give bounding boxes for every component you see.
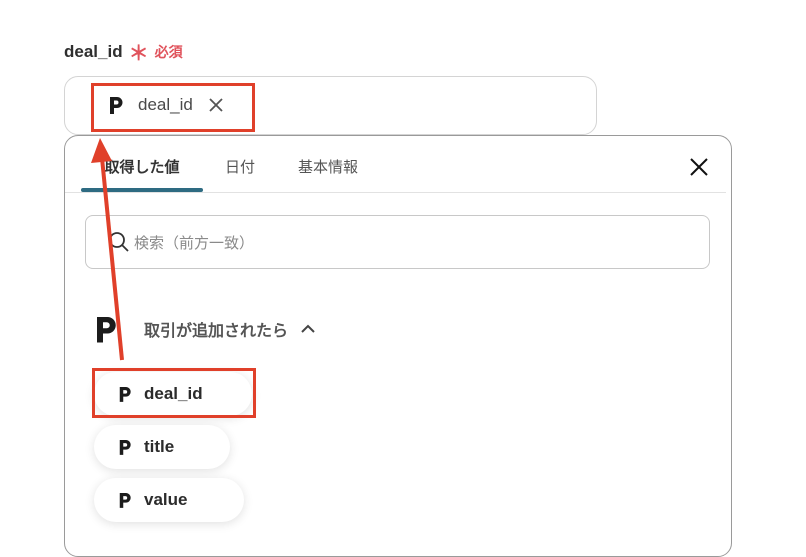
list-item-label: title: [144, 437, 175, 456]
required-asterisk: ＊: [128, 43, 149, 65]
pipedrive-logo-icon: [119, 440, 131, 455]
search-placeholder: 検索（前方一致）: [134, 234, 255, 252]
list-item-label: value: [144, 490, 188, 509]
pipedrive-logo-icon: [119, 493, 131, 508]
close-icon[interactable]: [688, 156, 710, 178]
search-input[interactable]: 検索（前方一致）: [85, 215, 710, 269]
required-text: 必須: [154, 44, 183, 60]
list-item-title[interactable]: title: [94, 425, 230, 469]
search-icon: [109, 232, 129, 252]
group-header[interactable]: 取引が追加されたら: [94, 312, 316, 346]
field-label-row: deal_id ＊ 必須: [64, 40, 183, 64]
field-label: deal_id: [64, 42, 123, 61]
annotation-highlight-selected: [91, 83, 255, 132]
panel-tabs: 取得した値 日付 基本情報: [81, 148, 358, 192]
tab-date[interactable]: 日付: [225, 148, 255, 192]
tab-basic-info[interactable]: 基本情報: [298, 148, 358, 192]
list-item-value[interactable]: value: [94, 478, 244, 522]
annotation-highlight-item: [92, 368, 256, 418]
chevron-up-icon[interactable]: [300, 321, 316, 337]
tab-acquired-values[interactable]: 取得した値: [81, 148, 203, 192]
pipedrive-logo-icon: [97, 317, 116, 343]
tabs-divider: [65, 192, 726, 193]
group-title: 取引が追加されたら: [144, 323, 289, 340]
